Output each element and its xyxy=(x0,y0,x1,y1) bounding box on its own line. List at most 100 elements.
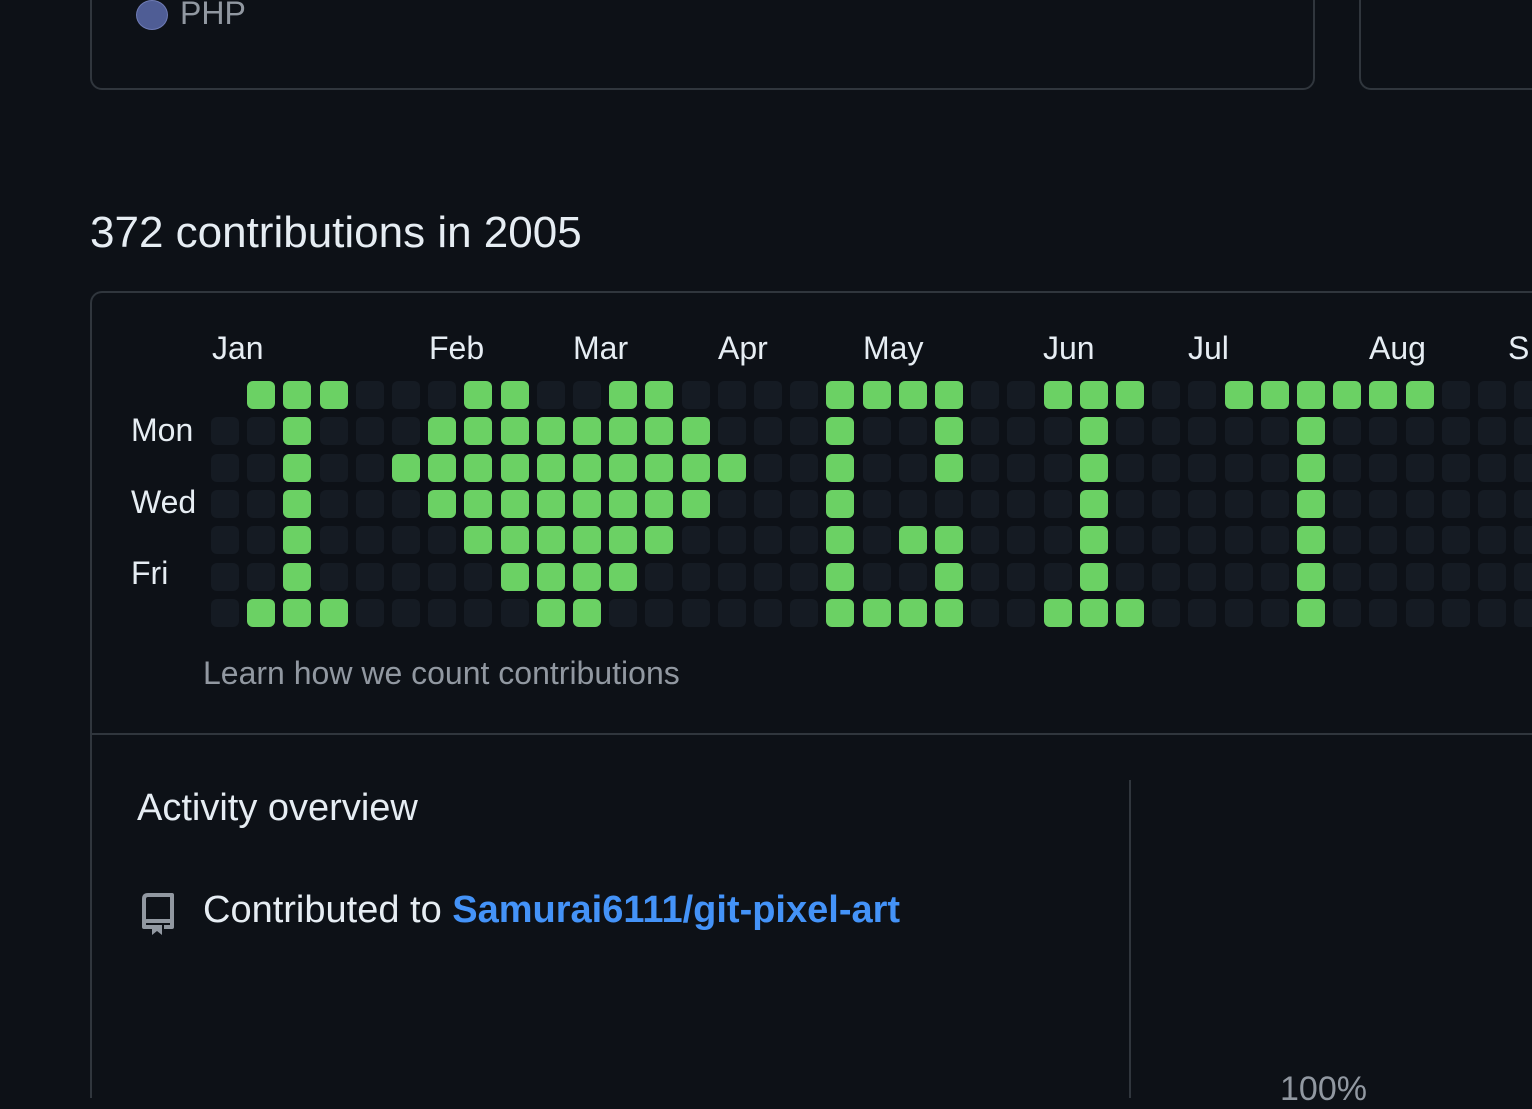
contribution-cell-empty[interactable] xyxy=(247,417,276,446)
contribution-cell-empty[interactable] xyxy=(392,526,420,555)
learn-contributions-link[interactable]: Learn how we count contributions xyxy=(203,655,680,692)
contribution-cell-active[interactable] xyxy=(1224,381,1253,409)
contribution-cell-empty[interactable] xyxy=(1333,453,1362,482)
contribution-cell-empty[interactable] xyxy=(1116,489,1144,518)
contribution-cell-active[interactable] xyxy=(428,453,457,482)
contribution-cell-empty[interactable] xyxy=(754,417,782,446)
contribution-cell-empty[interactable] xyxy=(1007,489,1036,518)
contribution-cell-active[interactable] xyxy=(283,598,312,627)
contribution-cell-active[interactable] xyxy=(717,453,746,482)
contribution-cell-empty[interactable] xyxy=(1152,453,1181,482)
contribution-cell-empty[interactable] xyxy=(392,381,420,409)
contribution-cell-empty[interactable] xyxy=(681,562,710,591)
contribution-cell-active[interactable] xyxy=(428,489,457,518)
contribution-cell-empty[interactable] xyxy=(1405,489,1434,518)
contribution-cell-empty[interactable] xyxy=(1478,598,1506,627)
contribution-cell-empty[interactable] xyxy=(971,526,1000,555)
contribution-cell-empty[interactable] xyxy=(717,526,746,555)
contribution-cell-empty[interactable] xyxy=(790,453,819,482)
contribution-cell-empty[interactable] xyxy=(355,453,384,482)
contribution-cell-empty[interactable] xyxy=(1478,526,1506,555)
contribution-cell-empty[interactable] xyxy=(790,489,819,518)
contribution-cell-empty[interactable] xyxy=(1405,562,1434,591)
contribution-cell-active[interactable] xyxy=(609,453,638,482)
contribution-cell-active[interactable] xyxy=(283,489,312,518)
contribution-cell-empty[interactable] xyxy=(1333,562,1362,591)
contribution-cell-empty[interactable] xyxy=(1514,489,1532,518)
contribution-cell-active[interactable] xyxy=(898,381,927,409)
contribution-cell-empty[interactable] xyxy=(1007,381,1036,409)
contribution-cell-empty[interactable] xyxy=(428,526,457,555)
contribution-cell-empty[interactable] xyxy=(1478,562,1506,591)
contribution-cell-empty[interactable] xyxy=(1152,598,1181,627)
contribution-cell-empty[interactable] xyxy=(1116,562,1144,591)
contribution-cell-empty[interactable] xyxy=(790,381,819,409)
contribution-cell-active[interactable] xyxy=(1297,417,1325,446)
contribution-cell-active[interactable] xyxy=(1079,417,1108,446)
contribution-cell-active[interactable] xyxy=(1297,489,1325,518)
contribution-cell-empty[interactable] xyxy=(1369,526,1398,555)
contribution-cell-active[interactable] xyxy=(247,598,276,627)
contribution-cell-active[interactable] xyxy=(935,381,963,409)
contribution-cell-empty[interactable] xyxy=(1405,598,1434,627)
contribution-cell-active[interactable] xyxy=(536,453,565,482)
contribution-cell-active[interactable] xyxy=(536,417,565,446)
contribution-cell-empty[interactable] xyxy=(1514,453,1532,482)
contribution-cell-active[interactable] xyxy=(935,417,963,446)
contribution-cell-empty[interactable] xyxy=(1514,562,1532,591)
contribution-cell-empty[interactable] xyxy=(1152,489,1181,518)
contribution-cell-empty[interactable] xyxy=(971,381,1000,409)
contribution-cell-active[interactable] xyxy=(826,562,855,591)
contribution-cell-empty[interactable] xyxy=(1260,489,1289,518)
contribution-cell-empty[interactable] xyxy=(935,489,963,518)
repo-link[interactable]: Samurai6111/git-pixel-art xyxy=(452,889,900,931)
contribution-cell-active[interactable] xyxy=(826,489,855,518)
contribution-cell-empty[interactable] xyxy=(1514,526,1532,555)
contribution-cell-empty[interactable] xyxy=(211,417,239,446)
contribution-cell-active[interactable] xyxy=(500,453,529,482)
contribution-cell-empty[interactable] xyxy=(1478,417,1506,446)
contribution-cell-empty[interactable] xyxy=(500,598,529,627)
contribution-cell-empty[interactable] xyxy=(1441,453,1470,482)
contribution-cell-empty[interactable] xyxy=(355,489,384,518)
contribution-cell-empty[interactable] xyxy=(1007,562,1036,591)
contribution-cell-empty[interactable] xyxy=(392,598,420,627)
contribution-cell-active[interactable] xyxy=(898,526,927,555)
contribution-cell-empty[interactable] xyxy=(355,598,384,627)
contribution-cell-active[interactable] xyxy=(826,381,855,409)
contribution-cell-empty[interactable] xyxy=(536,381,565,409)
contribution-cell-empty[interactable] xyxy=(1188,417,1217,446)
contribution-cell-active[interactable] xyxy=(573,417,601,446)
contribution-cell-active[interactable] xyxy=(464,489,493,518)
contribution-cell-empty[interactable] xyxy=(1043,526,1072,555)
contribution-cell-empty[interactable] xyxy=(1224,598,1253,627)
contribution-cell-empty[interactable] xyxy=(1152,562,1181,591)
contribution-cell-active[interactable] xyxy=(1333,381,1362,409)
contribution-cell-empty[interactable] xyxy=(319,453,348,482)
contribution-cell-empty[interactable] xyxy=(898,489,927,518)
contribution-cell-empty[interactable] xyxy=(1043,453,1072,482)
contribution-cell-empty[interactable] xyxy=(428,381,457,409)
contribution-cell-empty[interactable] xyxy=(1224,526,1253,555)
contribution-cell-empty[interactable] xyxy=(1441,417,1470,446)
contribution-cell-empty[interactable] xyxy=(717,489,746,518)
contribution-cell-empty[interactable] xyxy=(1043,417,1072,446)
contribution-cell-active[interactable] xyxy=(898,598,927,627)
contribution-cell-active[interactable] xyxy=(1079,598,1108,627)
contribution-cell-empty[interactable] xyxy=(971,417,1000,446)
contribution-cell-active[interactable] xyxy=(536,489,565,518)
contribution-cell-active[interactable] xyxy=(283,526,312,555)
contribution-cell-empty[interactable] xyxy=(862,489,891,518)
contribution-cell-active[interactable] xyxy=(935,562,963,591)
contribution-cell-empty[interactable] xyxy=(1152,381,1181,409)
contribution-cell-empty[interactable] xyxy=(717,598,746,627)
contribution-cell-active[interactable] xyxy=(1369,381,1398,409)
contribution-cell-active[interactable] xyxy=(464,526,493,555)
contribution-cell-active[interactable] xyxy=(1079,453,1108,482)
contribution-cell-empty[interactable] xyxy=(247,562,276,591)
contribution-cell-empty[interactable] xyxy=(790,562,819,591)
contribution-cell-empty[interactable] xyxy=(1441,598,1470,627)
contribution-cell-empty[interactable] xyxy=(1405,526,1434,555)
contribution-cell-empty[interactable] xyxy=(1188,598,1217,627)
contribution-cell-active[interactable] xyxy=(609,526,638,555)
